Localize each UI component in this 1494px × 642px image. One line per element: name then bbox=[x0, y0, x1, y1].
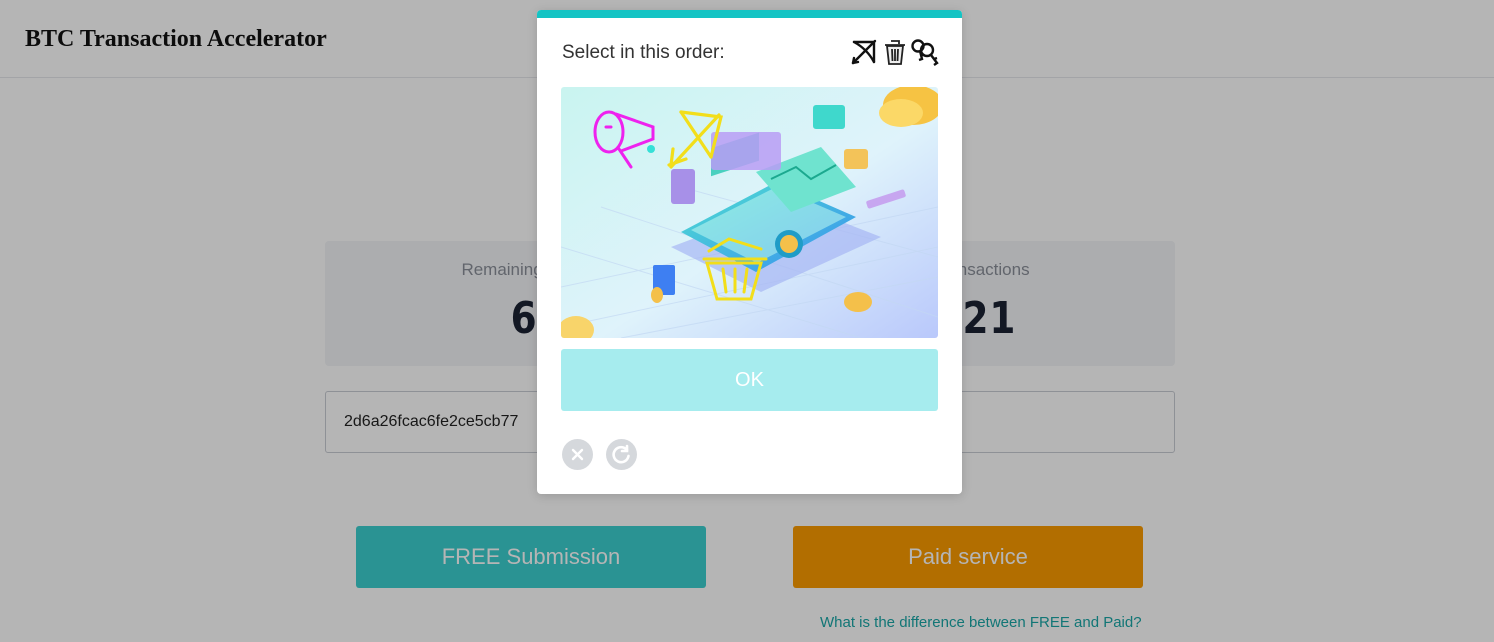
captcha-image[interactable] bbox=[561, 87, 938, 338]
captcha-refresh-button[interactable] bbox=[606, 439, 637, 470]
trash-can-icon bbox=[880, 37, 910, 67]
captcha-modal: Select in this order: OK bbox=[537, 10, 962, 494]
modal-accent-bar bbox=[537, 10, 962, 18]
captcha-close-button[interactable] bbox=[562, 439, 593, 470]
bow-arrow-icon bbox=[849, 37, 879, 67]
captcha-instruction: Select in this order: bbox=[562, 42, 725, 63]
captcha-target-icons bbox=[849, 37, 941, 67]
ok-button[interactable]: OK bbox=[561, 349, 938, 411]
keys-icon bbox=[910, 37, 940, 67]
